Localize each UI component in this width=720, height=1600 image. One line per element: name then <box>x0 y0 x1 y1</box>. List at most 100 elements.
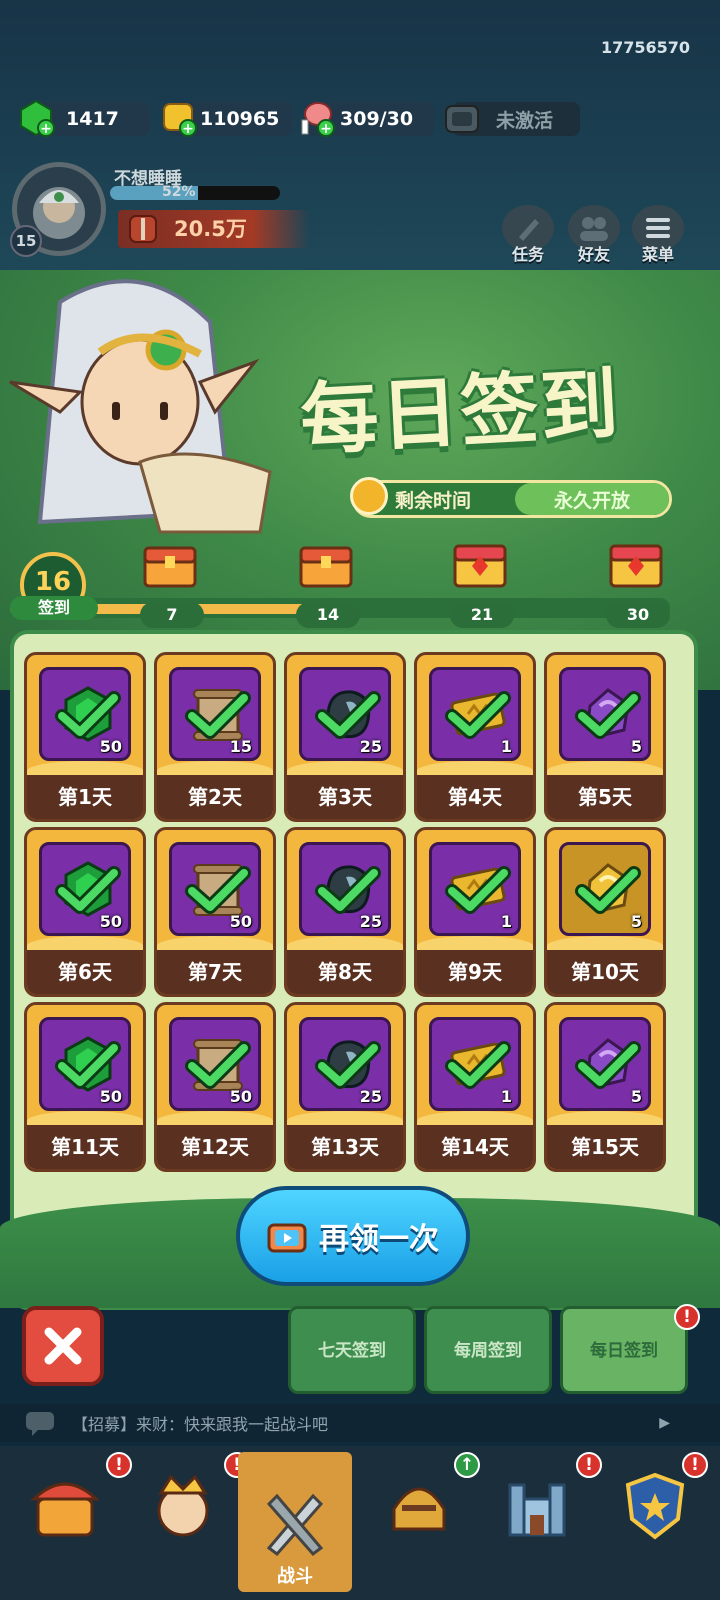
day-label: 第12天 <box>157 1125 273 1169</box>
day-reward-cell[interactable]: 50 第7天 <box>154 827 276 997</box>
day-label: 第15天 <box>547 1125 663 1169</box>
day-reward-cell[interactable]: 50 第1天 <box>24 652 146 822</box>
chest-icon <box>299 546 353 588</box>
day-reward-cell[interactable]: 5 第5天 <box>544 652 666 822</box>
chevron-right-icon[interactable]: ▶ <box>659 1415 670 1431</box>
reward-count: 50 <box>229 1087 252 1106</box>
checkmark-icon <box>575 1041 641 1089</box>
claim-again-button[interactable]: 再领一次 <box>236 1186 470 1286</box>
svg-text:+: + <box>40 121 52 137</box>
battle-icon <box>266 1493 324 1557</box>
reward-item-box: 50 <box>39 1017 131 1111</box>
shop-icon <box>30 1482 100 1537</box>
reward-item-box: 5 <box>559 667 651 761</box>
xp-percent: 52% <box>162 184 196 200</box>
reward-count: 5 <box>630 737 642 756</box>
clock-icon <box>350 477 388 515</box>
player-level: 15 <box>10 225 42 257</box>
day-label: 第11天 <box>27 1125 143 1169</box>
day-reward-cell[interactable]: 25 第8天 <box>284 827 406 997</box>
menu-button[interactable]: 菜单 <box>630 205 686 265</box>
day-label: 第13天 <box>287 1125 403 1169</box>
day-label: 第2天 <box>157 775 273 819</box>
gold-counter[interactable]: + 110965 <box>163 102 292 137</box>
svg-text:+: + <box>182 121 194 137</box>
golden-chest-icon <box>609 544 663 588</box>
day-label: 第4天 <box>417 775 533 819</box>
reward-item-box: 50 <box>39 842 131 936</box>
day-reward-cell[interactable]: 1 第9天 <box>414 827 536 997</box>
castle-icon <box>508 1483 566 1537</box>
day-reward-cell[interactable]: 1 第4天 <box>414 652 536 822</box>
day-reward-cell[interactable]: 1 第14天 <box>414 1002 536 1172</box>
reward-item-box: 25 <box>299 667 391 761</box>
pass-status[interactable]: 未激活 <box>445 102 580 136</box>
tab-daily[interactable]: 每日签到 <box>560 1306 688 1394</box>
signed-label: 签到 <box>10 596 98 620</box>
day-label: 第8天 <box>287 950 403 994</box>
reward-item-box: 25 <box>299 842 391 936</box>
golden-chest-icon <box>453 544 507 588</box>
tv-pass-icon <box>445 105 479 133</box>
checkmark-icon <box>185 1041 251 1089</box>
upgrade-arrow-icon: ↑ <box>454 1452 480 1478</box>
gem-counter[interactable]: + 1417 <box>20 99 150 137</box>
reward-count: 25 <box>359 737 382 756</box>
day-label: 第7天 <box>157 950 273 994</box>
reward-item-box: 50 <box>169 1017 261 1111</box>
checkmark-icon <box>315 691 381 739</box>
day-reward-cell[interactable]: 50 第6天 <box>24 827 146 997</box>
day-reward-cell[interactable]: 50 第11天 <box>24 1002 146 1172</box>
checkmark-icon <box>575 691 641 739</box>
checkmark-icon <box>445 866 511 914</box>
tv-ad-icon <box>267 1223 307 1253</box>
chat-ticker[interactable]: 【招募】来财：快来跟我一起战斗吧 ▶ <box>0 1404 720 1442</box>
sword-shield-icon <box>129 215 157 243</box>
reward-count: 25 <box>359 1087 382 1106</box>
reward-count: 5 <box>630 1087 642 1106</box>
reward-count: 1 <box>500 737 512 756</box>
checkmark-icon <box>445 1041 511 1089</box>
equipment-icon <box>392 1487 446 1531</box>
reward-item-box: 1 <box>429 1017 521 1111</box>
milestone-chest-14[interactable]: 14 <box>296 542 360 628</box>
milestone-chest-30[interactable]: 30 <box>606 542 670 628</box>
day-reward-cell[interactable]: 5 第10天 <box>544 827 666 997</box>
milestone-chest-7[interactable]: 7 <box>140 542 204 628</box>
checkmark-icon <box>55 691 121 739</box>
tab-seven-day[interactable]: 七天签到 <box>288 1306 416 1394</box>
heroes-icon <box>157 1474 209 1537</box>
day-reward-cell[interactable]: 25 第3天 <box>284 652 406 822</box>
quest-button[interactable]: 任务 <box>500 205 556 265</box>
reward-count: 50 <box>99 737 122 756</box>
day-reward-cell[interactable]: 50 第12天 <box>154 1002 276 1172</box>
gold-coin-icon: + <box>163 103 197 137</box>
chat-bubble-icon <box>26 1412 54 1436</box>
day-reward-cell[interactable]: 25 第13天 <box>284 1002 406 1172</box>
nav-battle[interactable]: 战斗 <box>238 1452 352 1592</box>
tab-weekly[interactable]: 每周签到 <box>424 1306 552 1394</box>
alert-badge: ! <box>674 1304 700 1330</box>
day-reward-cell[interactable]: 5 第15天 <box>544 1002 666 1172</box>
reward-item-box: 1 <box>429 842 521 936</box>
checkmark-icon <box>55 1041 121 1089</box>
day-label: 第14天 <box>417 1125 533 1169</box>
user-id: 17756570 <box>600 38 690 57</box>
reward-item-box: 5 <box>559 1017 651 1111</box>
day-label: 第5天 <box>547 775 663 819</box>
day-reward-cell[interactable]: 15 第2天 <box>154 652 276 822</box>
milestone-chest-21[interactable]: 21 <box>450 542 514 628</box>
close-icon <box>44 1327 82 1365</box>
day-label: 第10天 <box>547 950 663 994</box>
day-label: 第6天 <box>27 950 143 994</box>
checkmark-icon <box>55 866 121 914</box>
day-label: 第3天 <box>287 775 403 819</box>
alert-badge: ! <box>682 1452 708 1478</box>
friends-button[interactable]: 好友 <box>566 205 622 265</box>
meat-counter[interactable]: + 309/30 <box>301 102 434 137</box>
close-button[interactable] <box>22 1306 104 1386</box>
combat-power: 20.5万 <box>118 210 310 248</box>
reward-grid: 50 第1天 15 第2天 25 第3天 1 第4天 5 第5天 50 第6天 50 第7天 25 第8天 1 第… <box>24 652 674 1177</box>
reward-count: 25 <box>359 912 382 931</box>
reward-item-box: 1 <box>429 667 521 761</box>
